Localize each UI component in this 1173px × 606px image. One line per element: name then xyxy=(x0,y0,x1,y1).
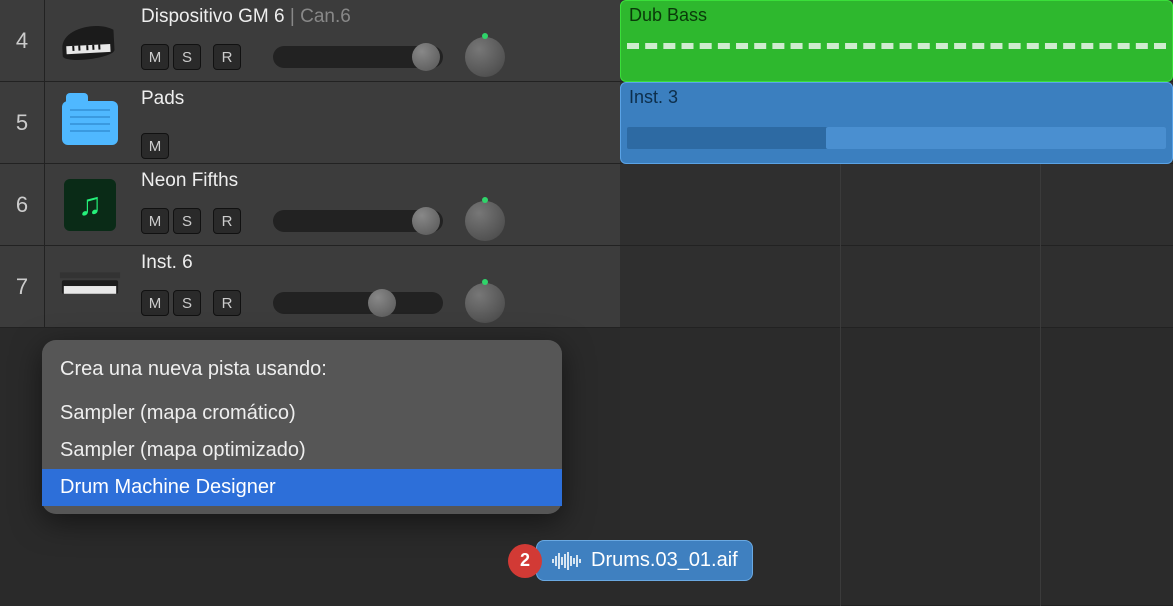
track-body: Inst. 6 M S R xyxy=(135,246,620,327)
waveform-icon xyxy=(551,551,581,571)
folder-icon xyxy=(58,96,122,150)
track-title: Inst. 6 xyxy=(141,252,612,274)
record-button[interactable]: R xyxy=(213,290,241,316)
track-controls: M S R xyxy=(141,201,612,241)
track-controls: M xyxy=(141,133,612,159)
slider-thumb[interactable] xyxy=(412,207,440,235)
app-root: 4 Dispositivo GM 6 | Can.6 M S R xyxy=(0,0,1173,606)
track-name: Pads xyxy=(141,88,184,109)
popup-item-sampler-chromatic[interactable]: Sampler (mapa cromático) xyxy=(42,395,562,432)
track-number: 6 xyxy=(0,164,45,245)
solo-button[interactable]: S xyxy=(173,44,201,70)
arrange-lane[interactable] xyxy=(620,164,1173,246)
track-row[interactable]: 7 Inst. 6 M S R xyxy=(0,246,620,328)
region-midi-preview xyxy=(826,127,1166,149)
track-list-panel: 4 Dispositivo GM 6 | Can.6 M S R xyxy=(0,0,620,606)
track-row[interactable]: 6 ♫ Neon Fifths M S R xyxy=(0,164,620,246)
track-row[interactable]: 4 Dispositivo GM 6 | Can.6 M S R xyxy=(0,0,620,82)
track-number: 5 xyxy=(0,82,45,163)
pan-knob[interactable] xyxy=(465,201,505,241)
mute-button[interactable]: M xyxy=(141,208,169,234)
grid-line xyxy=(1040,164,1041,606)
volume-slider[interactable] xyxy=(273,292,443,314)
track-title: Neon Fifths xyxy=(141,170,612,192)
track-number: 4 xyxy=(0,0,45,81)
slider-thumb[interactable] xyxy=(368,289,396,317)
track-name: Dispositivo GM 6 xyxy=(141,6,285,27)
popup-item-drum-machine-designer[interactable]: Drum Machine Designer xyxy=(42,469,562,506)
track-channel-suffix: | Can.6 xyxy=(285,6,351,27)
slider-thumb[interactable] xyxy=(412,43,440,71)
msr-group: M xyxy=(141,133,169,159)
note-icon: ♫ xyxy=(58,178,122,232)
record-button[interactable]: R xyxy=(213,44,241,70)
solo-button[interactable]: S xyxy=(173,290,201,316)
region-label: Inst. 3 xyxy=(629,87,678,107)
msr-group: M S R xyxy=(141,44,241,70)
track-name: Inst. 6 xyxy=(141,252,193,273)
msr-group: M S R xyxy=(141,208,241,234)
region-label: Dub Bass xyxy=(629,5,707,25)
popup-title: Crea una nueva pista usando: xyxy=(42,354,562,395)
track-icon-wrap xyxy=(45,246,135,327)
piano-icon xyxy=(57,12,124,69)
pan-knob[interactable] xyxy=(465,37,505,77)
track-icon-wrap xyxy=(45,82,135,163)
mute-button[interactable]: M xyxy=(141,44,169,70)
region-midi-preview xyxy=(627,43,1166,49)
grid-line xyxy=(840,164,841,606)
track-body: Dispositivo GM 6 | Can.6 M S R xyxy=(135,0,620,81)
region-inst-3[interactable]: Inst. 3 xyxy=(620,82,1173,164)
solo-button[interactable]: S xyxy=(173,208,201,234)
drag-file-chip: Drums.03_01.aif xyxy=(536,540,753,581)
drag-count-badge: 2 xyxy=(508,544,542,578)
track-number: 7 xyxy=(0,246,45,327)
create-track-popup: Crea una nueva pista usando: Sampler (ma… xyxy=(42,340,562,514)
msr-group: M S R xyxy=(141,290,241,316)
track-name: Neon Fifths xyxy=(141,170,238,191)
track-title: Dispositivo GM 6 | Can.6 xyxy=(141,6,612,28)
arrange-lane[interactable] xyxy=(620,246,1173,328)
volume-slider[interactable] xyxy=(273,46,443,68)
track-icon-wrap: ♫ xyxy=(45,164,135,245)
keyboard-icon xyxy=(58,260,122,314)
track-icon-wrap xyxy=(45,0,135,81)
arrange-area[interactable]: Dub Bass Inst. 3 xyxy=(620,0,1173,606)
track-controls: M S R xyxy=(141,37,612,77)
drag-indicator: 2 Drums.03_01.aif xyxy=(508,540,753,581)
volume-slider[interactable] xyxy=(273,210,443,232)
region-dub-bass[interactable]: Dub Bass xyxy=(620,0,1173,82)
track-title: Pads xyxy=(141,88,612,110)
track-controls: M S R xyxy=(141,283,612,323)
track-body: Neon Fifths M S R xyxy=(135,164,620,245)
pan-knob[interactable] xyxy=(465,283,505,323)
record-button[interactable]: R xyxy=(213,208,241,234)
mute-button[interactable]: M xyxy=(141,290,169,316)
mute-button[interactable]: M xyxy=(141,133,169,159)
drag-filename: Drums.03_01.aif xyxy=(591,549,738,572)
track-row[interactable]: 5 Pads M xyxy=(0,82,620,164)
popup-item-sampler-optimized[interactable]: Sampler (mapa optimizado) xyxy=(42,432,562,469)
track-body: Pads M xyxy=(135,82,620,163)
